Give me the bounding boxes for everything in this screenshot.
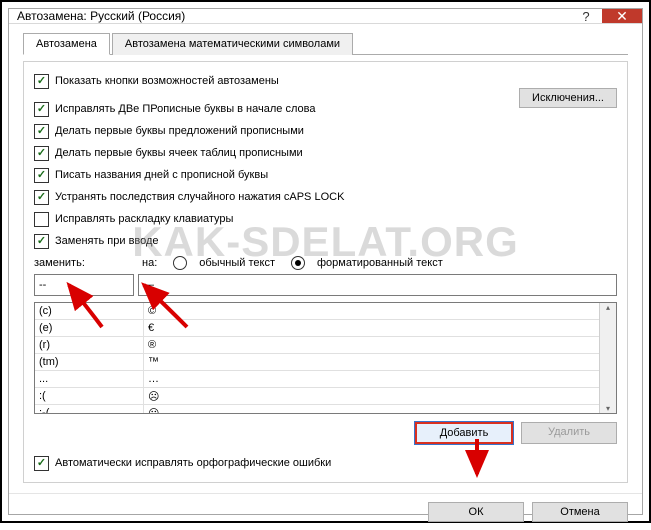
checkbox-keyboard-layout[interactable]: [34, 212, 49, 227]
label-caps-lock: Устранять последствия случайного нажатия…: [55, 191, 344, 203]
checkbox-caps-lock[interactable]: [34, 190, 49, 205]
table-row[interactable]: (e)€: [35, 320, 599, 337]
label-day-names: Писать названия дней с прописной буквы: [55, 169, 268, 181]
replacements-table: (c)©(e)€(r)®(tm)™...…:(☹:-(☹: [34, 302, 617, 414]
checkbox-two-caps[interactable]: [34, 102, 49, 117]
label-auto-spellcheck: Автоматически исправлять орфографические…: [55, 457, 331, 469]
label-two-caps: Исправлять ДВе ПРописные буквы в начале …: [55, 103, 315, 115]
tabs: Автозамена Автозамена математическими си…: [23, 32, 628, 55]
replace-input[interactable]: [34, 274, 134, 296]
checkbox-auto-spellcheck[interactable]: [34, 456, 49, 471]
scrollbar[interactable]: [599, 303, 616, 413]
titlebar: Автозамена: Русский (Россия) ? ✕: [9, 9, 642, 24]
checkbox-day-names[interactable]: [34, 168, 49, 183]
label-show-buttons: Показать кнопки возможностей автозамены: [55, 75, 279, 87]
label-first-sentence: Делать первые буквы предложений прописны…: [55, 125, 304, 137]
label-plain-text: обычный текст: [199, 257, 275, 269]
label-first-cell: Делать первые буквы ячеек таблиц прописн…: [55, 147, 303, 159]
table-row[interactable]: ...…: [35, 371, 599, 388]
window-title: Автозамена: Русский (Россия): [9, 9, 185, 23]
delete-button: Удалить: [521, 422, 617, 444]
help-button[interactable]: ?: [570, 9, 602, 23]
tab-autocorrect[interactable]: Автозамена: [23, 33, 110, 55]
checkbox-first-cell[interactable]: [34, 146, 49, 161]
add-button[interactable]: Добавить: [415, 422, 513, 444]
label-keyboard-layout: Исправлять раскладку клавиатуры: [55, 213, 233, 225]
checkbox-show-buttons[interactable]: [34, 74, 49, 89]
options-group: Показать кнопки возможностей автозамены …: [23, 61, 628, 483]
radio-plain-text[interactable]: [173, 256, 187, 270]
table-row[interactable]: (c)©: [35, 303, 599, 320]
table-row[interactable]: (tm)™: [35, 354, 599, 371]
table-row[interactable]: (r)®: [35, 337, 599, 354]
checkbox-first-sentence[interactable]: [34, 124, 49, 139]
exceptions-button[interactable]: Исключения...: [519, 88, 617, 108]
checkbox-replace-on-type[interactable]: [34, 234, 49, 249]
close-button[interactable]: ✕: [602, 9, 642, 23]
ok-button[interactable]: ОК: [428, 502, 524, 522]
table-row[interactable]: :(☹: [35, 388, 599, 405]
table-row[interactable]: :-(☹: [35, 405, 599, 414]
label-formatted-text: форматированный текст: [317, 257, 443, 269]
tab-math-autocorrect[interactable]: Автозамена математическими символами: [112, 33, 353, 55]
label-replace: заменить:: [34, 257, 134, 269]
label-replace-on-type: Заменять при вводе: [55, 235, 159, 247]
table-body[interactable]: (c)©(e)€(r)®(tm)™...…:(☹:-(☹: [35, 303, 599, 413]
cancel-button[interactable]: Отмена: [532, 502, 628, 522]
with-input[interactable]: [138, 274, 617, 296]
label-with: на:: [142, 257, 157, 269]
radio-formatted-text[interactable]: [291, 256, 305, 270]
